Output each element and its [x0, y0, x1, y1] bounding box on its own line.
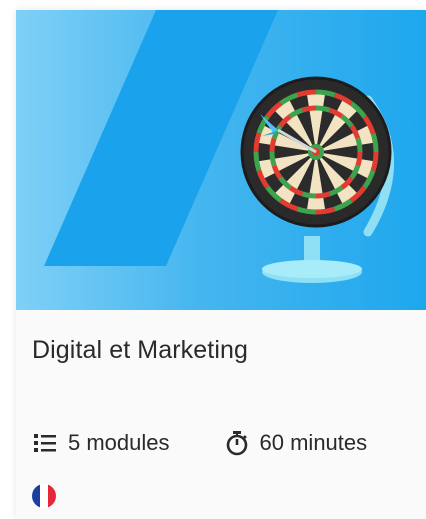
- course-title[interactable]: Digital et Marketing: [32, 336, 248, 365]
- duration-label: 60 minutes: [259, 430, 368, 455]
- modules-count: 5 modules: [32, 430, 170, 456]
- course-meta: 5 modules 60 minutes: [32, 428, 367, 458]
- course-hero-image[interactable]: [16, 10, 426, 310]
- stopwatch-icon: [224, 430, 250, 456]
- course-duration: 60 minutes: [224, 430, 368, 456]
- list-icon: [32, 430, 58, 456]
- modules-label: 5 modules: [68, 430, 170, 455]
- hero-illustration: [16, 10, 426, 310]
- france-flag-icon: [32, 484, 56, 508]
- course-card[interactable]: Digital et Marketing 5 modules 60 minute…: [16, 10, 426, 519]
